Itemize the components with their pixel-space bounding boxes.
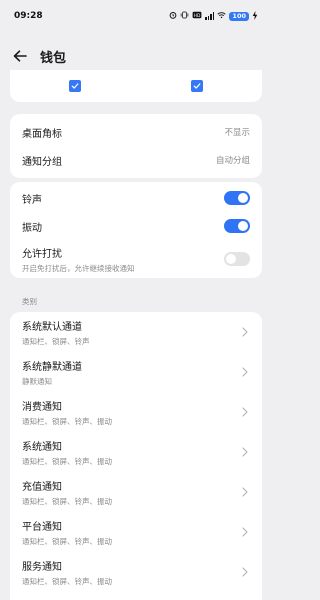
channel-text: 系统默认通道 通知栏、锁屏、铃声 xyxy=(22,318,90,347)
channel-text: 服务通知 通知栏、锁屏、铃声、振动 xyxy=(22,558,112,587)
hd-icon: HD xyxy=(192,11,202,21)
channel-text: 系统静默通道 静默通知 xyxy=(22,358,82,387)
channel-text: 充值通知 通知栏、锁屏、铃声、振动 xyxy=(22,478,112,507)
channel-subtitle: 通知栏、锁屏、铃声、振动 xyxy=(22,456,112,466)
channel-item[interactable]: 服务通知 通知栏、锁屏、铃声、振动 xyxy=(10,552,262,592)
checkbox-card xyxy=(10,70,262,102)
toggle-knob xyxy=(238,193,248,203)
back-arrow-icon[interactable] xyxy=(10,46,30,66)
chevron-right-icon xyxy=(240,447,250,457)
checkbox-checked-icon[interactable] xyxy=(191,80,203,92)
channel-title: 服务通知 xyxy=(22,561,62,573)
toggle-knob xyxy=(226,254,236,264)
channel-item[interactable]: 充值通知 通知栏、锁屏、铃声、振动 xyxy=(10,472,262,512)
channel-title: 系统默认通道 xyxy=(22,321,82,333)
ringtone-row: 铃声 xyxy=(10,184,262,212)
chevron-right-icon xyxy=(240,567,250,577)
channel-title: 消费通知 xyxy=(22,401,62,413)
channel-subtitle: 通知栏、锁屏、铃声、振动 xyxy=(22,536,112,546)
page-title: 钱包 xyxy=(40,50,67,66)
channel-list: 系统默认通道 通知栏、锁屏、铃声 系统静默通道 静默通知 消费通知 通知栏、锁屏… xyxy=(10,312,262,600)
svg-text:HD: HD xyxy=(194,13,201,19)
vibration-label: 振动 xyxy=(22,222,42,234)
vibration-row: 振动 xyxy=(10,212,262,240)
status-bar: 09:28 HD 100 xyxy=(0,0,272,32)
chevron-right-icon xyxy=(240,527,250,537)
channel-item[interactable]: 系统默认通道 通知栏、锁屏、铃声 xyxy=(10,312,262,352)
top-bar: 钱包 xyxy=(0,38,272,74)
channel-item[interactable]: 系统静默通道 静默通知 xyxy=(10,352,262,392)
channel-item[interactable]: 消费通知 通知栏、锁屏、铃声、振动 xyxy=(10,392,262,432)
chevron-right-icon xyxy=(240,367,250,377)
allow-disturb-label: 允许打扰 xyxy=(22,248,62,260)
channel-text: 平台通知 通知栏、锁屏、铃声、振动 xyxy=(22,518,112,547)
vibration-toggle[interactable] xyxy=(224,219,250,233)
notification-group-label: 通知分组 xyxy=(22,156,62,168)
wifi-icon xyxy=(217,11,226,21)
toggle-knob xyxy=(238,221,248,231)
channel-title: 平台通知 xyxy=(22,521,62,533)
notification-group-value: 自动分组 xyxy=(215,156,250,166)
allow-disturb-subtitle: 开启免打扰后，允许继续接收通知 xyxy=(22,263,135,273)
checkbox-checked-icon[interactable] xyxy=(69,80,81,92)
channel-text: 系统通知 通知栏、锁屏、铃声、振动 xyxy=(22,438,112,467)
desktop-badge-value: 不显示 xyxy=(224,128,250,138)
alarm-icon xyxy=(169,11,177,21)
allow-disturb-row: 允许打扰 开启免打扰后，允许继续接收通知 xyxy=(10,240,262,278)
chevron-right-icon xyxy=(240,487,250,497)
notification-group-row[interactable]: 通知分组 自动分组 xyxy=(10,146,262,174)
chevron-right-icon xyxy=(240,327,250,337)
allow-disturb-text: 允许打扰 开启免打扰后，允许继续接收通知 xyxy=(22,245,135,274)
charging-icon xyxy=(252,10,258,22)
ringtone-label: 铃声 xyxy=(22,194,42,206)
channel-title: 系统静默通道 xyxy=(22,361,82,373)
toggles-card: 铃声 振动 允许打扰 开启免打扰后，允许继续接收通知 xyxy=(10,182,262,278)
channel-title: 系统通知 xyxy=(22,441,62,453)
status-time: 09:28 xyxy=(14,11,43,21)
channel-subtitle: 通知栏、锁屏、铃声、振动 xyxy=(22,416,112,426)
channel-text: 消费通知 通知栏、锁屏、铃声、振动 xyxy=(22,398,112,427)
channel-subtitle: 通知栏、锁屏、铃声、振动 xyxy=(22,496,112,506)
channel-title: 充值通知 xyxy=(22,481,62,493)
settings-card: 桌面角标 不显示 通知分组 自动分组 xyxy=(10,114,262,178)
channel-subtitle: 通知栏、锁屏、铃声 xyxy=(22,336,90,346)
channel-subtitle: 通知栏、锁屏、铃声、振动 xyxy=(22,576,112,586)
chevron-right-icon xyxy=(240,407,250,417)
desktop-badge-label: 桌面角标 xyxy=(22,128,62,140)
signal-icon xyxy=(205,12,215,20)
desktop-badge-row[interactable]: 桌面角标 不显示 xyxy=(10,118,262,146)
category-header: 类别 xyxy=(22,297,37,306)
vibrate-icon xyxy=(180,11,189,21)
allow-disturb-toggle[interactable] xyxy=(224,252,250,266)
battery-icon: 100 xyxy=(229,11,249,21)
ringtone-toggle[interactable] xyxy=(224,191,250,205)
channel-item[interactable]: 平台通知 通知栏、锁屏、铃声、振动 xyxy=(10,512,262,552)
channel-subtitle: 静默通知 xyxy=(22,376,52,386)
channel-item[interactable]: 系统通知 通知栏、锁屏、铃声、振动 xyxy=(10,432,262,472)
status-icons: HD 100 xyxy=(169,10,258,22)
